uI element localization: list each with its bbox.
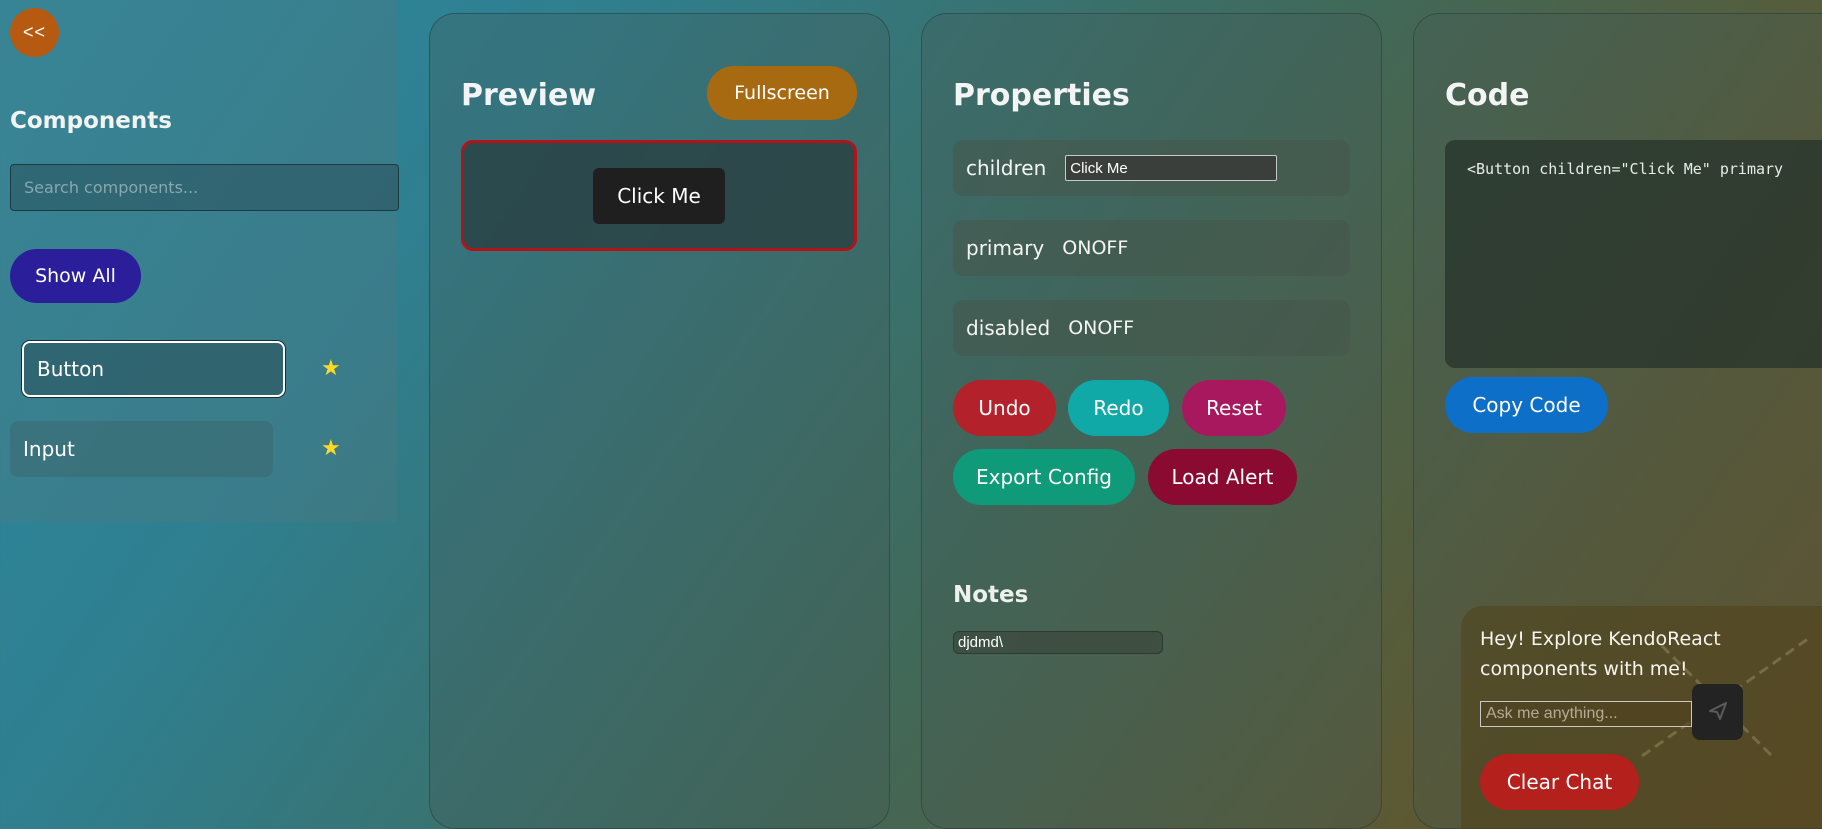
- property-label: primary: [966, 236, 1045, 260]
- property-label: children: [966, 156, 1047, 180]
- collapse-sidebar-button[interactable]: <<: [10, 8, 59, 57]
- undo-button[interactable]: Undo: [953, 380, 1056, 436]
- code-title: Code: [1445, 78, 1530, 113]
- clear-chat-button[interactable]: Clear Chat: [1480, 754, 1639, 810]
- send-button[interactable]: [1692, 684, 1743, 740]
- component-item-label: Button: [37, 357, 104, 381]
- preview-panel: [429, 13, 890, 829]
- property-row-primary: primary ONOFF: [953, 220, 1350, 276]
- load-alert-button[interactable]: Load Alert: [1148, 449, 1297, 505]
- primary-toggle[interactable]: ONOFF: [1062, 237, 1128, 259]
- copy-code-button[interactable]: Copy Code: [1445, 377, 1608, 433]
- component-item-button[interactable]: Button: [22, 341, 285, 397]
- children-value-input[interactable]: [1065, 155, 1278, 181]
- notes-title: Notes: [953, 582, 1029, 608]
- sidebar-title: Components: [10, 108, 172, 134]
- preview-title: Preview: [461, 78, 597, 113]
- search-components-input[interactable]: [10, 164, 399, 211]
- chat-input[interactable]: [1480, 701, 1692, 727]
- export-config-button[interactable]: Export Config: [953, 449, 1135, 505]
- notes-input[interactable]: [953, 631, 1163, 654]
- fullscreen-button[interactable]: Fullscreen: [707, 66, 857, 120]
- property-row-disabled: disabled ONOFF: [953, 300, 1350, 356]
- reset-button[interactable]: Reset: [1182, 380, 1286, 436]
- send-icon: [1706, 699, 1730, 726]
- chat-message: Hey! Explore KendoReact components with …: [1480, 628, 1721, 680]
- property-row-children: children: [953, 140, 1350, 196]
- disabled-toggle[interactable]: ONOFF: [1068, 317, 1134, 339]
- star-icon[interactable]: ★: [321, 436, 341, 461]
- show-all-button[interactable]: Show All: [10, 249, 141, 303]
- sidebar: << Components Show All Button ★ Input ★: [0, 0, 399, 522]
- component-item-input[interactable]: Input: [10, 421, 273, 477]
- component-item-label: Input: [23, 437, 75, 461]
- code-snippet: <Button children="Click Me" primary: [1467, 160, 1784, 178]
- code-block: <Button children="Click Me" primary: [1445, 140, 1822, 368]
- chat-widget: Hey! Explore KendoReact components with …: [1461, 606, 1822, 829]
- properties-title: Properties: [953, 78, 1130, 113]
- star-icon[interactable]: ★: [321, 356, 341, 381]
- preview-click-me-button[interactable]: Click Me: [593, 168, 725, 224]
- property-label: disabled: [966, 316, 1051, 340]
- redo-button[interactable]: Redo: [1068, 380, 1169, 436]
